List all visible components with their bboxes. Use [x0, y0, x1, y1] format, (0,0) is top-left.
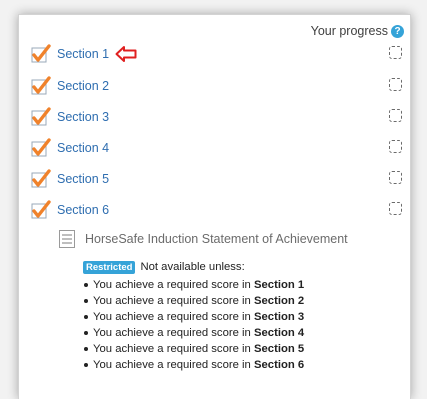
- restricted-badge: Restricted: [83, 260, 136, 274]
- activity-name: HorseSafe Induction Statement of Achieve…: [85, 232, 348, 246]
- restriction-header: Restricted Not available unless:: [83, 259, 304, 275]
- condition-list: You achieve a required score in Section …: [83, 277, 304, 373]
- condition-item: You achieve a required score in Section …: [83, 277, 304, 293]
- document-icon: [59, 230, 75, 248]
- completion-checkbox[interactable]: [389, 171, 402, 184]
- completion-checkbox[interactable]: [389, 140, 402, 153]
- condition-item: You achieve a required score in Section …: [83, 293, 304, 309]
- condition-item: You achieve a required score in Section …: [83, 341, 304, 357]
- checkmark-icon: [31, 76, 51, 95]
- checkmark-icon: [31, 44, 51, 63]
- help-icon[interactable]: ?: [391, 24, 404, 38]
- checkmark-icon: [31, 107, 51, 126]
- course-section-panel: Your progress ? Section 1 Section 2 Sect…: [18, 14, 411, 399]
- red-arrow-icon: [115, 46, 137, 62]
- section-row: Section 2: [31, 76, 402, 96]
- section-row: Section 6: [31, 200, 402, 220]
- checkmark-icon: [31, 169, 51, 188]
- checkmark-icon: [31, 200, 51, 219]
- condition-item: You achieve a required score in Section …: [83, 309, 304, 325]
- restriction-info: Restricted Not available unless: You ach…: [83, 259, 304, 373]
- activity-item: HorseSafe Induction Statement of Achieve…: [59, 230, 348, 248]
- checkmark-icon: [31, 138, 51, 157]
- section-link[interactable]: Section 5: [57, 172, 109, 186]
- completion-checkbox[interactable]: [389, 78, 402, 91]
- section-link[interactable]: Section 4: [57, 141, 109, 155]
- section-link[interactable]: Section 3: [57, 110, 109, 124]
- completion-checkbox[interactable]: [389, 202, 402, 215]
- section-row: Section 1: [31, 44, 402, 64]
- condition-item: You achieve a required score in Section …: [83, 325, 304, 341]
- progress-label: Your progress: [310, 24, 388, 38]
- restriction-text: Not available unless:: [140, 261, 245, 273]
- section-row: Section 3: [31, 107, 402, 127]
- section-row: Section 5: [31, 169, 402, 189]
- completion-checkbox[interactable]: [389, 46, 402, 59]
- completion-checkbox[interactable]: [389, 109, 402, 122]
- section-link[interactable]: Section 2: [57, 79, 109, 93]
- section-link[interactable]: Section 1: [57, 47, 109, 61]
- section-row: Section 4: [31, 138, 402, 158]
- condition-item: You achieve a required score in Section …: [83, 357, 304, 373]
- section-link[interactable]: Section 6: [57, 203, 109, 217]
- progress-header: Your progress ?: [311, 24, 404, 38]
